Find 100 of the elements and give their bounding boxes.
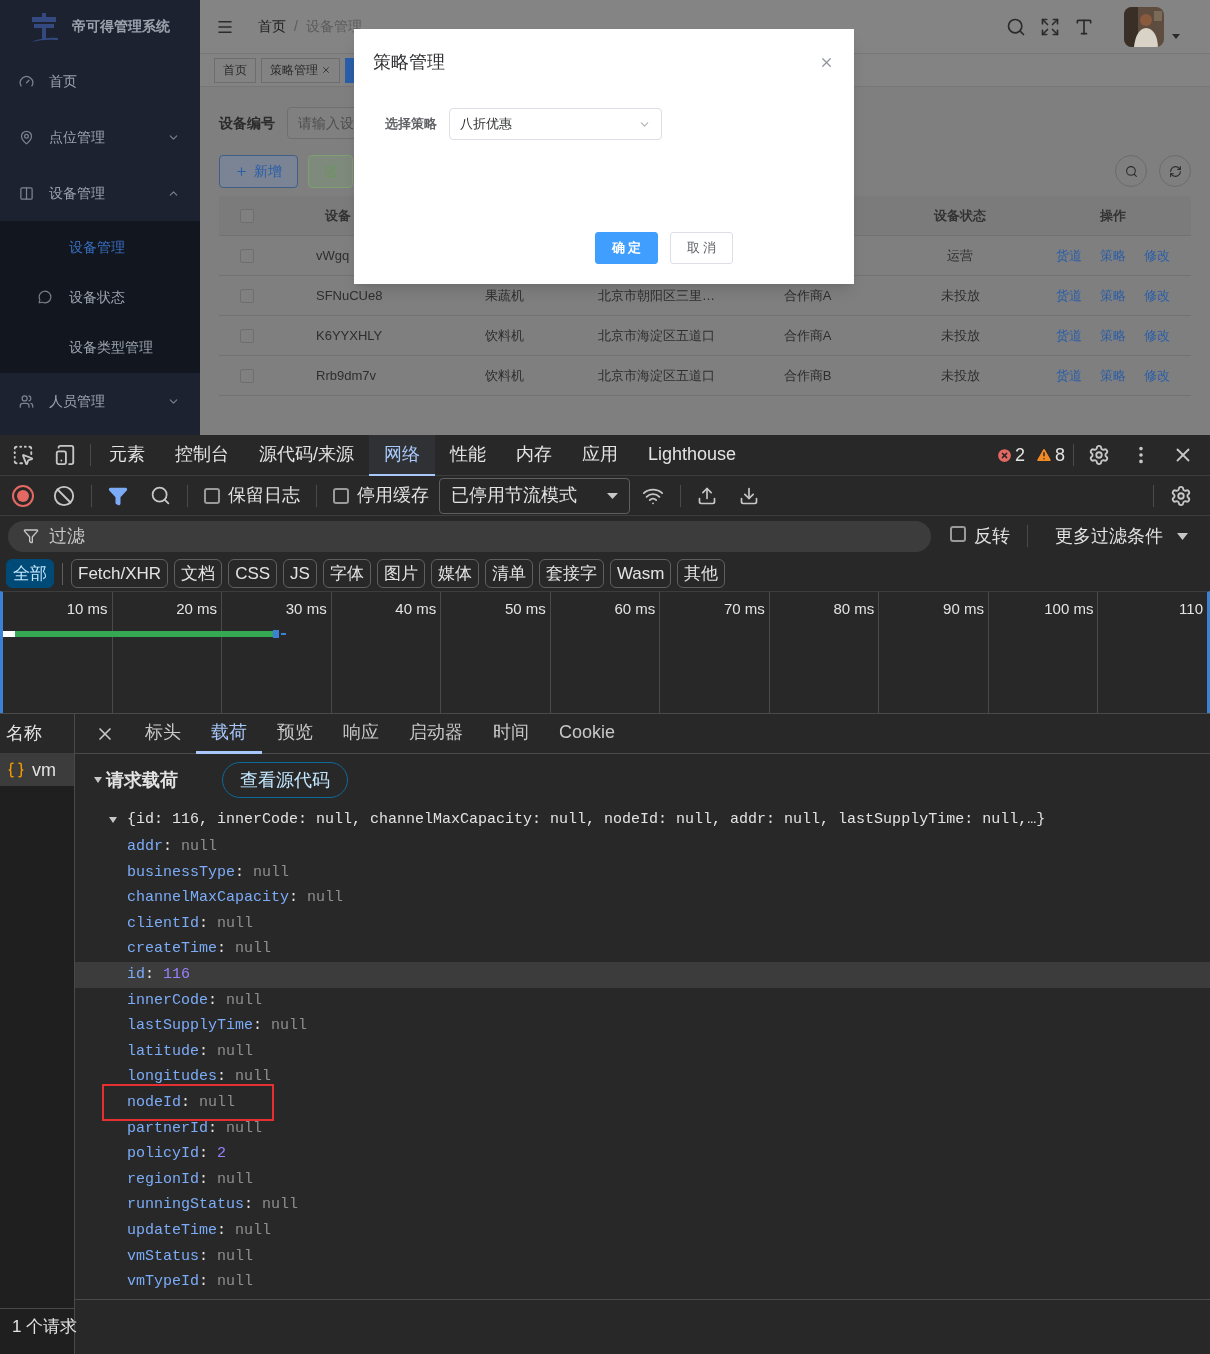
type-filter-chip[interactable]: 文档 [174,559,223,588]
property-line[interactable]: runningStatus: null [127,1196,299,1214]
more-filters-dropdown[interactable]: 更多过滤条件 [1055,522,1188,550]
fullscreen-icon[interactable] [1040,16,1060,37]
type-filter-chip[interactable]: 媒体 [430,559,479,588]
checkbox[interactable] [204,487,220,504]
property-line[interactable]: partnerId: null [127,1119,263,1137]
detail-tab[interactable]: 响应 [328,713,394,754]
detail-tab[interactable]: 启动器 [394,713,478,754]
devtools-tab[interactable]: 网络 [369,434,435,476]
warning-count[interactable]: 8 [1055,441,1065,469]
expand-triangle-icon[interactable] [108,815,118,825]
checkbox[interactable] [950,525,966,542]
dialog-title: 策略管理 [373,51,445,74]
filter-field[interactable]: 过滤 [8,520,931,552]
devtools-tab[interactable]: Lighthouse [633,434,752,476]
settings-icon[interactable] [1088,444,1110,466]
property-line[interactable]: clientId: null [127,914,254,932]
checkbox[interactable] [333,487,349,504]
inspect-icon[interactable] [12,444,34,466]
detail-tab[interactable]: Cookie [544,713,631,754]
detail-tab[interactable]: 时间 [478,713,544,754]
record-icon[interactable] [11,483,35,508]
type-filter-chip[interactable]: 字体 [322,559,371,588]
search-icon[interactable] [1006,16,1026,37]
search-icon[interactable] [150,485,171,506]
cancel-button[interactable]: 取 消 [670,232,733,264]
type-filter-chip[interactable]: CSS [228,559,278,588]
sidebar-item[interactable]: 点位管理 [0,109,200,165]
select-field[interactable]: 八折优惠 [449,108,662,140]
device-toolbar-icon[interactable] [54,444,76,466]
property-line[interactable]: vmTypeId: null [127,1273,254,1291]
detail-tab[interactable]: 载荷 [196,713,262,754]
property-line[interactable]: addr: null [127,838,218,855]
table-cell: 未投放 [940,287,980,303]
error-icon [995,446,1013,464]
type-filter-chip[interactable]: 全部 [6,559,54,588]
section-title[interactable]: 请求载荷 [106,766,178,794]
throttling-select[interactable]: 已停用节流模式 [439,477,630,514]
detail-tab[interactable]: 预览 [262,713,328,754]
devtools-tab[interactable]: 应用 [567,434,633,476]
type-filter-chip[interactable]: 套接字 [538,559,604,588]
devtools-tab[interactable]: 元素 [94,434,160,476]
download-icon[interactable] [739,485,759,506]
clear-icon[interactable] [53,484,75,507]
property-line[interactable]: channelMaxCapacity: null [127,889,344,907]
search-icon [1124,164,1138,178]
submenu-item[interactable]: 设备类型管理 [0,322,200,372]
object-summary[interactable]: {id: 116, innerCode: null, channelMaxCapacity: null, nodeId: null, addr: null, lastSupplyTime: null,…} [127,807,1046,833]
settings-icon[interactable] [1170,484,1192,507]
property-line[interactable]: longitudes: null [127,1068,272,1086]
type-filter-chip[interactable]: JS [283,559,317,588]
checkbox-label[interactable]: 反转 [974,522,1010,550]
sidebar-item[interactable]: 首页 [0,53,200,109]
property-line[interactable]: id: 116 [127,965,191,983]
property-line[interactable]: createTime: null [127,940,272,958]
property-line[interactable]: regionId: null [127,1170,254,1188]
expand-triangle-icon[interactable] [93,775,103,785]
request-row[interactable]: vm [0,754,74,786]
devtools-tab[interactable]: 源代码/来源 [244,434,369,476]
devtools-tab[interactable]: 性能 [435,434,501,476]
detail-tab[interactable]: 标头 [130,713,196,754]
timeline-tick: 110 [1179,599,1203,619]
page-tab[interactable]: 策略管理 [261,57,340,83]
filter-input[interactable]: 过滤 [49,522,931,550]
table-cell: 北京市朝阳区三里… [598,287,715,303]
submenu-item[interactable]: 设备状态 [0,272,200,322]
page-tab[interactable]: 首页 [214,57,256,83]
error-count[interactable]: 2 [1014,441,1025,469]
property-line[interactable]: businessType: null [127,863,290,881]
type-filter-chip[interactable]: Wasm [609,559,672,588]
property-line[interactable]: policyId: 2 [127,1145,227,1163]
sidebar-item[interactable]: 人员管理 [0,373,200,429]
type-filter-chip[interactable]: 其他 [677,559,726,588]
devtools-tab[interactable]: 控制台 [160,434,244,476]
devtools-tab[interactable]: 内存 [501,434,567,476]
property-line[interactable]: innerCode: null [127,991,263,1009]
table-cell: 饮料机 [484,367,524,383]
property-line[interactable]: nodeId: null [127,1093,236,1111]
checkbox-label[interactable]: 保留日志 [228,482,300,509]
breadcrumb-item[interactable]: 首页 [258,16,286,37]
table-cell: 果蔬机 [484,287,524,303]
filter-icon[interactable] [108,485,128,506]
plus-icon [235,164,248,178]
type-filter-chip[interactable]: 图片 [376,559,425,588]
property-line[interactable]: updateTime: null [127,1221,272,1239]
caret-icon[interactable] [1172,34,1180,39]
refresh-icon [1168,164,1182,178]
table-cell: 合作商A [783,327,832,343]
property-line[interactable]: latitude: null [127,1042,254,1060]
warning-icon [1035,446,1053,464]
submenu-item[interactable]: 设备管理 [0,222,200,272]
type-filter-chip[interactable]: Fetch/XHR [71,559,169,588]
checkbox-label[interactable]: 停用缓存 [357,482,429,509]
property-line[interactable]: vmStatus: null [127,1247,254,1265]
upload-icon[interactable] [697,485,717,506]
sidebar-item[interactable]: 设备管理 [0,165,200,221]
column-header: 操作 [1100,207,1126,223]
type-filter-chip[interactable]: 清单 [484,559,533,588]
property-line[interactable]: lastSupplyTime: null [127,1017,308,1035]
